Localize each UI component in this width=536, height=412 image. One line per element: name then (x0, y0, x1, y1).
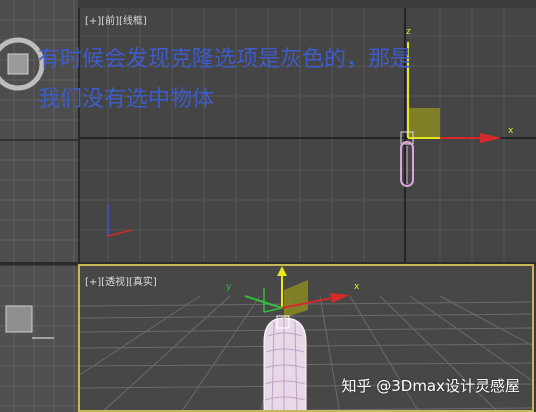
gizmo-x-arrow[interactable] (480, 133, 502, 143)
persp-gizmo-z-arrow[interactable] (277, 266, 287, 276)
viewport-left-bottom[interactable] (0, 266, 78, 412)
persp-gizmo-y-label: y (226, 282, 232, 292)
persp-gizmo-x-arrow[interactable] (330, 293, 350, 303)
viewcube-icon-bottom[interactable] (5, 305, 33, 333)
left-bottom-grid (0, 266, 78, 412)
view-tripod-x (107, 229, 133, 237)
tutorial-caption-line-1: 有时候会发现克隆选项是灰色的，那是 (38, 47, 413, 72)
viewport-label-perspective[interactable]: [+][透视][真实] (85, 273, 157, 288)
tutorial-caption: 有时候会发现克隆选项是灰色的，那是 我们没有选中物体 (38, 40, 412, 120)
persp-gizmo-plane[interactable] (284, 280, 308, 318)
viewcube-icon[interactable] (7, 53, 29, 75)
gizmo-z-label: z (406, 27, 411, 37)
watermark: 知乎 @3Dmax设计灵感屋 (341, 377, 520, 395)
tutorial-caption-line-2: 我们没有选中物体 (38, 87, 215, 112)
gizmo-x-label: x (508, 126, 514, 136)
persp-gizmo-x-label: x (354, 282, 360, 292)
viewport-top-strip (0, 0, 536, 8)
viewport-label-front[interactable]: [+][前][线框] (85, 12, 147, 27)
